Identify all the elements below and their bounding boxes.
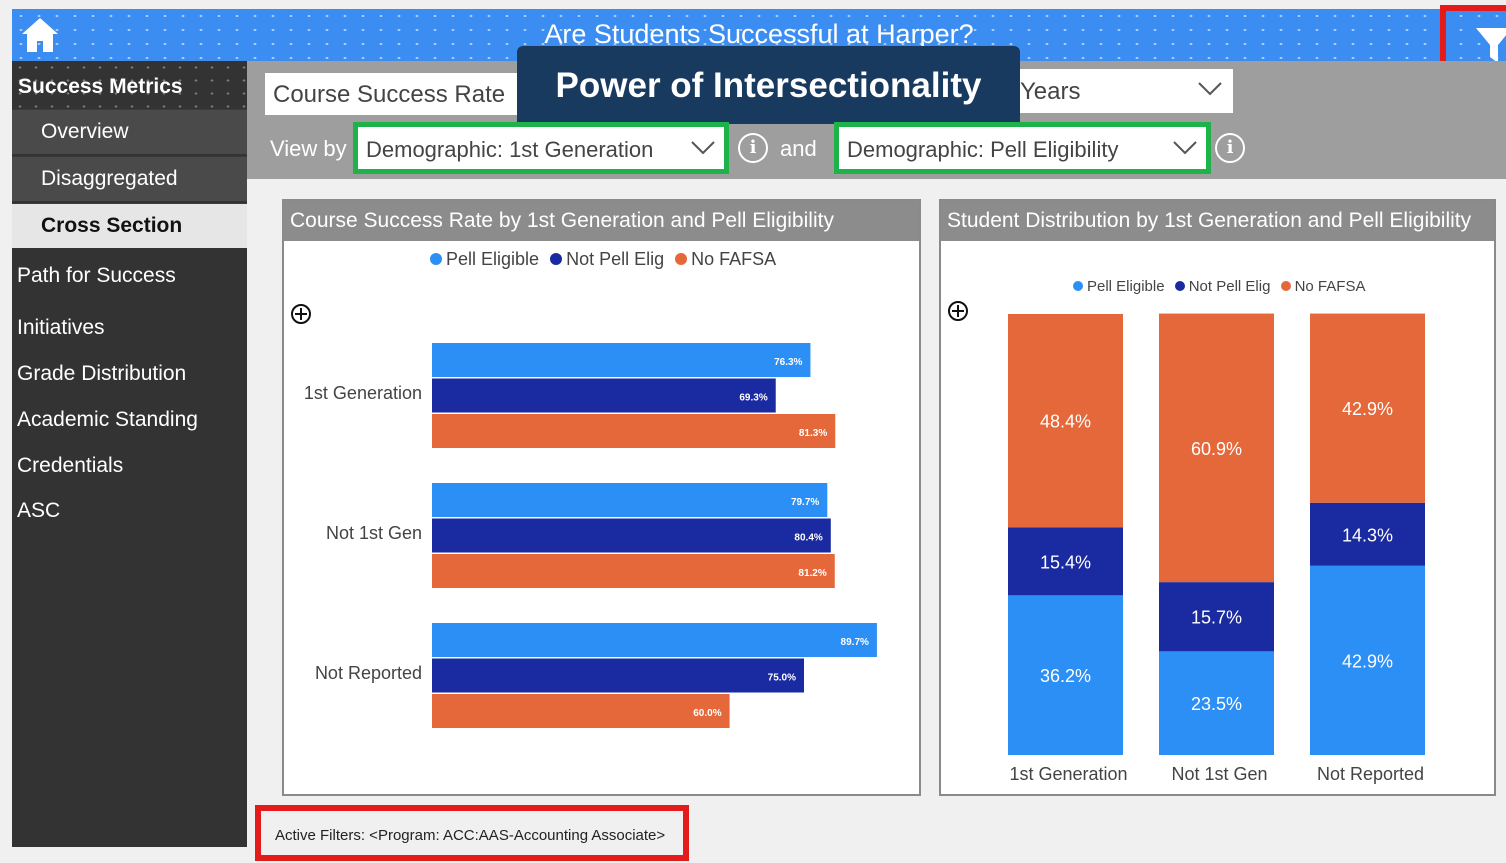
second-dimension-dropdown[interactable]: Demographic: Pell Eligibility <box>834 122 1211 174</box>
sidebar-item-initiatives[interactable]: Initiatives <box>17 316 105 340</box>
metric-select[interactable]: Course Success Rate <box>265 73 525 115</box>
sidebar-item-overview[interactable]: Overview <box>12 109 247 154</box>
bar-no-fafsa-not-1st-gen[interactable] <box>432 554 835 588</box>
data-label: 42.9% <box>1342 399 1393 419</box>
category-label-not-1st-gen: Not 1st Gen <box>326 523 422 543</box>
sidebar-item-cross-section[interactable]: Cross Section <box>12 203 247 248</box>
data-label: 36.2% <box>1040 666 1091 686</box>
view-by-dropdown[interactable]: Demographic: 1st Generation <box>353 122 729 174</box>
sidebar-item-path-for-success[interactable]: Path for Success <box>17 264 176 288</box>
category-label-not-1st-gen: Not 1st Gen <box>1171 764 1267 784</box>
bar-pell-eligible-1st-generation[interactable] <box>432 343 811 377</box>
data-label: 60.0% <box>693 708 721 719</box>
intersectionality-banner: Power of Intersectionality <box>517 46 1020 124</box>
sidebar-item-academic-standing[interactable]: Academic Standing <box>17 408 198 432</box>
success-rate-chart-panel: Course Success Rate by 1st Generation an… <box>282 199 921 796</box>
sidebar: Success Metrics Overview Disaggregated C… <box>12 61 247 847</box>
years-select[interactable]: Years <box>1012 69 1233 113</box>
category-label-not-reported: Not Reported <box>315 663 422 683</box>
success-rate-bar-chart: 1st Generation 76.3% 69.3% 81.3% Not 1st Gen… <box>304 343 877 728</box>
data-label: 60.9% <box>1191 439 1242 459</box>
sidebar-item-credentials[interactable]: Credentials <box>17 454 123 478</box>
data-label: 75.0% <box>768 673 796 684</box>
filter-icon <box>1476 28 1506 63</box>
data-label: 15.7% <box>1191 608 1242 628</box>
sidebar-item-asc[interactable]: ASC <box>17 499 60 523</box>
chevron-down-icon <box>1173 141 1197 155</box>
data-label: 42.9% <box>1342 651 1393 671</box>
bar-pell-eligible-not-reported[interactable] <box>432 623 877 657</box>
info-icon[interactable]: i <box>1215 133 1245 163</box>
active-filters: Active Filters: <Program: ACC:AAS-Accoun… <box>255 805 689 861</box>
distribution-stacked-chart: 36.2% 15.4% 48.4% 1st Generation 23.5% 15.7% 6… <box>1008 313 1425 784</box>
data-label: 80.4% <box>794 533 822 544</box>
data-label: 14.3% <box>1342 525 1393 545</box>
category-label-1st-generation: 1st Generation <box>304 383 422 403</box>
view-by-dropdown-value: Demographic: 1st Generation <box>366 137 654 162</box>
sidebar-heading: Success Metrics <box>12 61 247 109</box>
bar-no-fafsa-1st-generation[interactable] <box>432 414 836 448</box>
report-page: Are Students Successful at Harper? Succe… <box>0 0 1506 863</box>
data-label: 76.3% <box>774 357 802 368</box>
category-label-1st-generation: 1st Generation <box>1009 764 1127 784</box>
chevron-down-icon <box>1198 82 1222 96</box>
chevron-down-icon <box>691 141 715 155</box>
data-label: 69.3% <box>739 393 767 404</box>
years-select-value: Years <box>1020 78 1081 105</box>
data-label: 15.4% <box>1040 552 1091 572</box>
bar-no-fafsa-not-reported[interactable] <box>432 694 730 728</box>
second-dimension-dropdown-value: Demographic: Pell Eligibility <box>847 137 1119 162</box>
sidebar-item-grade-distribution[interactable]: Grade Distribution <box>17 362 186 386</box>
distribution-chart-panel: Student Distribution by 1st Generation a… <box>939 199 1496 796</box>
data-label: 23.5% <box>1191 694 1242 714</box>
sidebar-item-disaggregated[interactable]: Disaggregated <box>12 156 247 201</box>
data-label: 89.7% <box>841 637 869 648</box>
info-icon[interactable]: i <box>738 133 768 163</box>
bar-not-pell-elig-not-1st-gen[interactable] <box>432 518 831 553</box>
bar-not-pell-elig-not-reported[interactable] <box>432 658 804 693</box>
data-label: 81.2% <box>798 568 826 579</box>
and-label: and <box>780 136 817 161</box>
data-label: 81.3% <box>799 428 827 439</box>
category-label-not-reported: Not Reported <box>1317 764 1424 784</box>
data-label: 79.7% <box>791 497 819 508</box>
data-label: 48.4% <box>1040 412 1091 432</box>
view-by-label: View by <box>270 136 347 161</box>
bar-not-pell-elig-1st-generation[interactable] <box>432 378 776 413</box>
bar-pell-eligible-not-1st-gen[interactable] <box>432 483 828 517</box>
